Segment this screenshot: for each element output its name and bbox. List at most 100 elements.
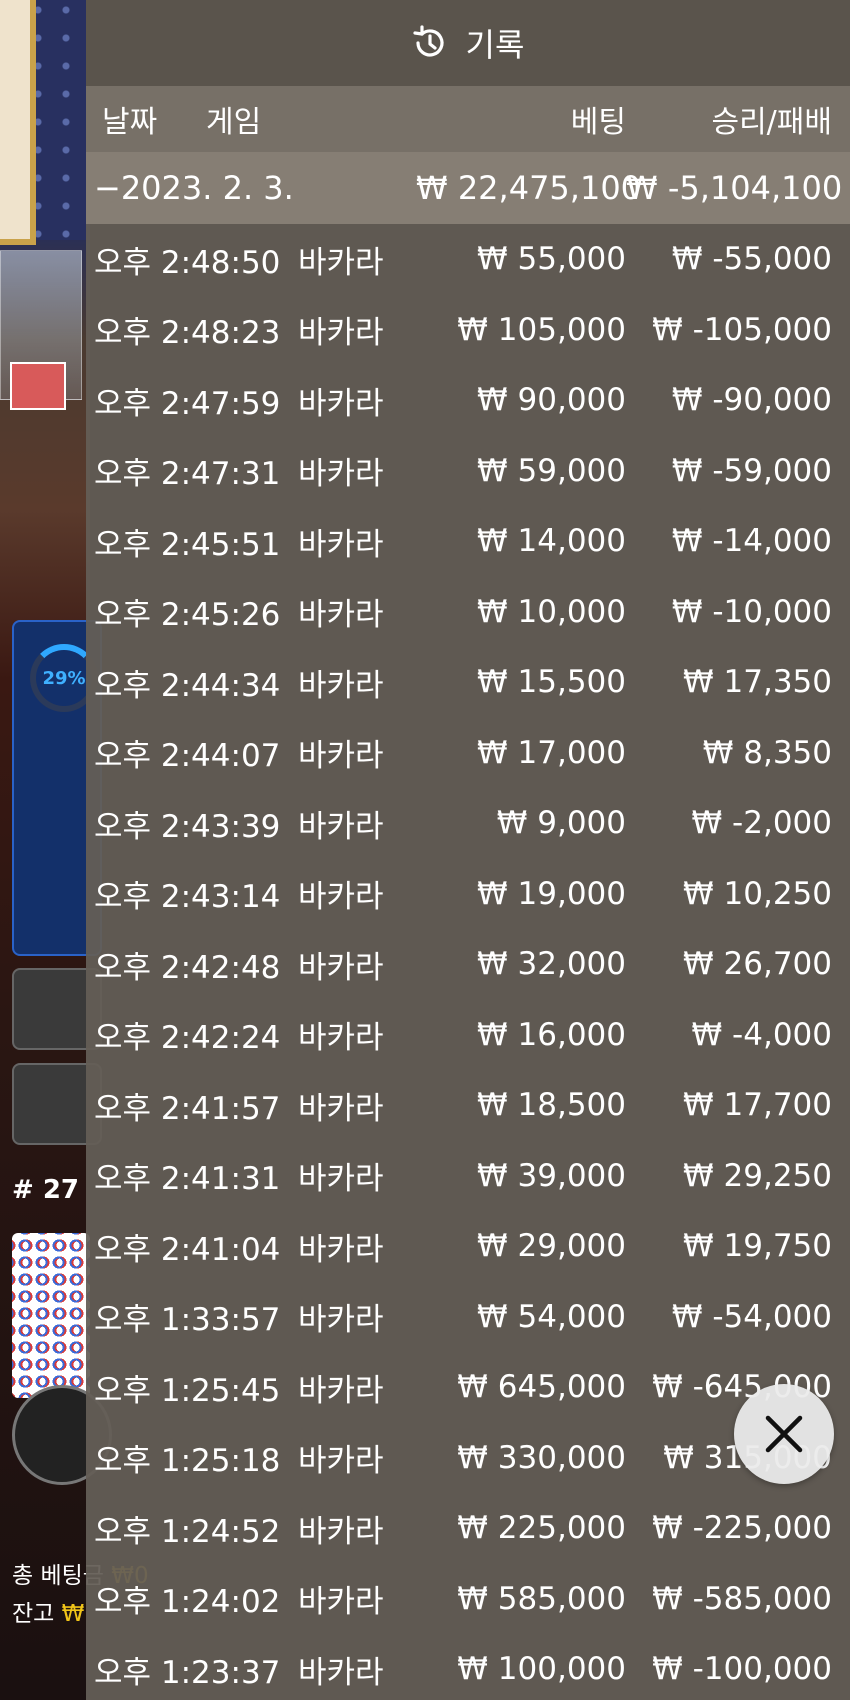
history-row[interactable]: 오후 2:45:26 바카라 ₩ 10,000 ₩ -10,000 — [86, 577, 850, 648]
row-time: 오후 2:48:23 — [94, 315, 281, 352]
history-row[interactable]: 오후 2:47:31 바카라 ₩ 59,000 ₩ -59,000 — [86, 436, 850, 507]
column-bet: 베팅 — [570, 105, 626, 140]
history-row[interactable]: 오후 2:48:50 바카라 ₩ 55,000 ₩ -55,000 — [86, 224, 850, 295]
row-result: ₩ 26,700 — [683, 946, 832, 983]
close-icon — [765, 1415, 803, 1453]
row-game: 바카라 — [298, 1372, 384, 1409]
history-row[interactable]: 오후 1:24:02 바카라 ₩ 585,000 ₩ -585,000 — [86, 1564, 850, 1635]
row-game: 바카라 — [298, 1513, 384, 1550]
row-game: 바카라 — [298, 1231, 384, 1268]
row-game: 바카라 — [298, 1090, 384, 1127]
summary-bet: ₩ 22,475,100 — [416, 169, 642, 207]
row-game: 바카라 — [298, 949, 384, 986]
row-time: 오후 1:25:45 — [94, 1372, 281, 1409]
history-row[interactable]: 오후 2:44:34 바카라 ₩ 15,500 ₩ 17,350 — [86, 647, 850, 718]
history-row[interactable]: 오후 2:41:57 바카라 ₩ 18,500 ₩ 17,700 — [86, 1070, 850, 1141]
row-result: ₩ 29,250 — [683, 1157, 832, 1194]
row-time: 오후 2:42:24 — [94, 1020, 281, 1057]
row-result: ₩ -585,000 — [652, 1580, 832, 1617]
column-headers: 날짜 게임 베팅 승리/패배 — [86, 86, 850, 152]
row-time: 오후 2:44:07 — [94, 738, 281, 775]
summary-result: ₩ -5,104,100 — [626, 169, 843, 207]
row-time: 오후 1:33:57 — [94, 1302, 281, 1339]
row-bet: ₩ 32,000 — [477, 946, 626, 983]
row-game: 바카라 — [298, 1654, 384, 1691]
round-number: # 27 — [12, 1175, 80, 1205]
history-row[interactable]: 오후 1:25:45 바카라 ₩ 645,000 ₩ -645,000 — [86, 1352, 850, 1423]
history-row[interactable]: 오후 2:44:07 바카라 ₩ 17,000 ₩ 8,350 — [86, 718, 850, 789]
row-bet: ₩ 59,000 — [477, 452, 626, 489]
row-game: 바카라 — [298, 526, 384, 563]
row-result: ₩ -4,000 — [691, 1016, 832, 1053]
bead-road[interactable] — [12, 1233, 90, 1398]
history-row[interactable]: 오후 1:23:37 바카라 ₩ 100,000 ₩ -100,000 — [86, 1634, 850, 1700]
row-time: 오후 2:48:50 — [94, 244, 281, 281]
row-bet: ₩ 14,000 — [477, 523, 626, 560]
row-result: ₩ -54,000 — [671, 1298, 832, 1335]
row-bet: ₩ 9,000 — [496, 805, 626, 842]
row-bet: ₩ 19,000 — [477, 875, 626, 912]
row-game: 바카라 — [298, 1584, 384, 1621]
row-bet: ₩ 16,000 — [477, 1016, 626, 1053]
row-result: ₩ 10,250 — [683, 875, 832, 912]
row-time: 오후 2:44:34 — [94, 667, 281, 704]
row-game: 바카라 — [298, 738, 384, 775]
row-bet: ₩ 39,000 — [477, 1157, 626, 1194]
history-row[interactable]: 오후 2:42:24 바카라 ₩ 16,000 ₩ -4,000 — [86, 1000, 850, 1071]
history-row[interactable]: 오후 2:45:51 바카라 ₩ 14,000 ₩ -14,000 — [86, 506, 850, 577]
row-result: ₩ 8,350 — [702, 734, 832, 771]
history-header: 기록 — [86, 0, 850, 86]
row-time: 오후 2:45:51 — [94, 526, 281, 563]
row-game: 바카라 — [298, 1020, 384, 1057]
row-game: 바카라 — [298, 1302, 384, 1339]
row-result: ₩ -2,000 — [691, 805, 832, 842]
history-row[interactable]: 오후 2:43:39 바카라 ₩ 9,000 ₩ -2,000 — [86, 788, 850, 859]
row-game: 바카라 — [298, 597, 384, 634]
history-list: 오후 2:48:50 바카라 ₩ 55,000 ₩ -55,000 오후 2:48:23… — [86, 224, 850, 1700]
row-bet: ₩ 15,500 — [477, 664, 626, 701]
history-row[interactable]: 오후 2:41:04 바카라 ₩ 29,000 ₩ 19,750 — [86, 1211, 850, 1282]
row-time: 오후 2:42:48 — [94, 949, 281, 986]
row-time: 오후 2:41:31 — [94, 1161, 281, 1198]
history-row[interactable]: 오후 2:43:14 바카라 ₩ 19,000 ₩ 10,250 — [86, 859, 850, 930]
row-time: 오후 1:23:37 — [94, 1654, 281, 1691]
row-time: 오후 1:24:02 — [94, 1584, 281, 1621]
row-game: 바카라 — [298, 315, 384, 352]
row-bet: ₩ 105,000 — [457, 311, 626, 348]
history-row[interactable]: 오후 1:24:52 바카라 ₩ 225,000 ₩ -225,000 — [86, 1493, 850, 1564]
row-time: 오후 1:24:52 — [94, 1513, 281, 1550]
row-game: 바카라 — [298, 456, 384, 493]
column-date: 날짜 — [102, 105, 158, 140]
row-game: 바카라 — [298, 879, 384, 916]
close-button[interactable] — [734, 1384, 834, 1484]
row-result: ₩ -55,000 — [671, 241, 832, 278]
row-result: ₩ -59,000 — [671, 452, 832, 489]
history-icon — [412, 25, 444, 57]
balance-text: 잔고 ₩ — [12, 1601, 85, 1627]
date-summary-row[interactable]: −2023. 2. 3. ₩ 22,475,100 ₩ -5,104,100 — [86, 152, 850, 224]
row-bet: ₩ 100,000 — [457, 1651, 626, 1688]
picture-frame — [0, 0, 36, 245]
history-row[interactable]: 오후 1:33:57 바카라 ₩ 54,000 ₩ -54,000 — [86, 1282, 850, 1353]
history-row[interactable]: 오후 2:41:31 바카라 ₩ 39,000 ₩ 29,250 — [86, 1141, 850, 1212]
history-row[interactable]: 오후 2:47:59 바카라 ₩ 90,000 ₩ -90,000 — [86, 365, 850, 436]
row-bet: ₩ 225,000 — [457, 1510, 626, 1547]
row-time: 오후 2:41:57 — [94, 1090, 281, 1127]
row-time: 오후 2:45:26 — [94, 597, 281, 634]
column-result: 승리/패배 — [711, 105, 832, 140]
row-game: 바카라 — [298, 667, 384, 704]
row-result: ₩ -225,000 — [652, 1510, 832, 1547]
row-game: 바카라 — [298, 1443, 384, 1480]
row-time: 오후 2:47:59 — [94, 385, 281, 422]
row-bet: ₩ 18,500 — [477, 1087, 626, 1124]
row-result: ₩ -100,000 — [652, 1651, 832, 1688]
history-row[interactable]: 오후 2:48:23 바카라 ₩ 105,000 ₩ -105,000 — [86, 295, 850, 366]
row-bet: ₩ 330,000 — [457, 1439, 626, 1476]
row-result: ₩ 19,750 — [683, 1228, 832, 1265]
row-bet: ₩ 585,000 — [457, 1580, 626, 1617]
row-result: ₩ -90,000 — [671, 382, 832, 419]
history-row[interactable]: 오후 2:42:48 바카라 ₩ 32,000 ₩ 26,700 — [86, 929, 850, 1000]
row-game: 바카라 — [298, 1161, 384, 1198]
row-bet: ₩ 90,000 — [477, 382, 626, 419]
row-time: 오후 2:43:39 — [94, 808, 281, 845]
